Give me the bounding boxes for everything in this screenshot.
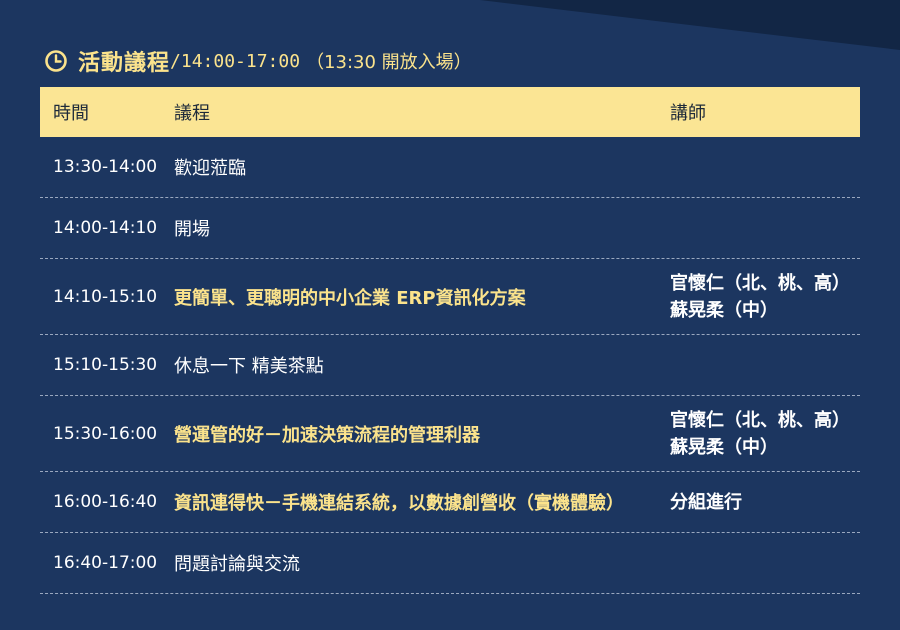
row-agenda: 歡迎蒞臨 xyxy=(174,158,246,179)
row-time: 15:10-15:30 xyxy=(53,355,158,375)
row-speaker: 官懷仁（北、桃、高） 蘇晃柔（中） xyxy=(670,270,860,324)
agenda-table: 時間 議程 講師 13:30-14:00 歡迎蒞臨 14:00-14:10 開場 14:… xyxy=(40,87,860,594)
table-row: 14:00-14:10 開場 xyxy=(40,198,860,259)
row-time: 13:30-14:00 xyxy=(53,157,158,177)
entry-note: （13:30 開放入場） xyxy=(306,52,472,73)
header-time: 時間 xyxy=(53,103,89,124)
table-header: 時間 議程 講師 xyxy=(40,87,860,137)
speaker-name: 分組進行 xyxy=(670,491,742,513)
page-title: 活動議程 xyxy=(78,51,171,76)
speaker-name: 蘇晃柔（中） xyxy=(670,436,778,458)
row-speaker: 官懷仁（北、桃、高） 蘇晃柔（中） xyxy=(670,407,860,461)
table-row: 16:40-17:00 問題討論與交流 xyxy=(40,533,860,594)
speaker-name: 蘇晃柔（中） xyxy=(670,299,778,321)
header-agenda: 議程 xyxy=(174,103,210,124)
row-agenda: 問題討論與交流 xyxy=(174,554,300,575)
row-time: 14:10-15:10 xyxy=(53,286,158,307)
table-row: 15:10-15:30 休息一下 精美茶點 xyxy=(40,335,860,396)
row-agenda: 開場 xyxy=(174,219,210,240)
row-time: 14:00-14:10 xyxy=(53,218,158,238)
corner-decoration xyxy=(480,0,900,50)
row-time: 16:00-16:40 xyxy=(53,492,158,512)
clock-icon xyxy=(44,49,68,73)
table-row: 15:30-16:00 營運管的好－加速決策流程的管理利器 官懷仁（北、桃、高） 蘇晃… xyxy=(40,396,860,472)
table-row: 14:10-15:10 更簡單、更聰明的中小企業 ERP資訊化方案 官懷仁（北、桃、… xyxy=(40,259,860,335)
table-row: 16:00-16:40 資訊連得快－手機連結系統，以數據創營收（實機體驗） 分組進行 xyxy=(40,472,860,533)
row-agenda: 營運管的好－加速決策流程的管理利器 xyxy=(174,424,480,446)
row-time: 15:30-16:00 xyxy=(53,423,158,444)
row-time: 16:40-17:00 xyxy=(53,553,158,573)
row-agenda: 休息一下 精美茶點 xyxy=(174,356,324,377)
table-body: 13:30-14:00 歡迎蒞臨 14:00-14:10 開場 14:10-15:10 更… xyxy=(40,137,860,594)
event-time: /14:00-17:00 xyxy=(170,50,301,72)
row-speaker: 分組進行 xyxy=(670,489,860,516)
agenda-heading: 活動議程 /14:00-17:00 （13:30 開放入場） xyxy=(44,45,472,77)
speaker-name: 官懷仁（北、桃、高） xyxy=(670,409,850,431)
row-agenda: 資訊連得快－手機連結系統，以數據創營收（實機體驗） xyxy=(174,493,624,514)
header-speaker: 講師 xyxy=(670,103,706,124)
table-row: 13:30-14:00 歡迎蒞臨 xyxy=(40,137,860,198)
speaker-name: 官懷仁（北、桃、高） xyxy=(670,272,850,294)
row-agenda: 更簡單、更聰明的中小企業 ERP資訊化方案 xyxy=(174,287,526,309)
